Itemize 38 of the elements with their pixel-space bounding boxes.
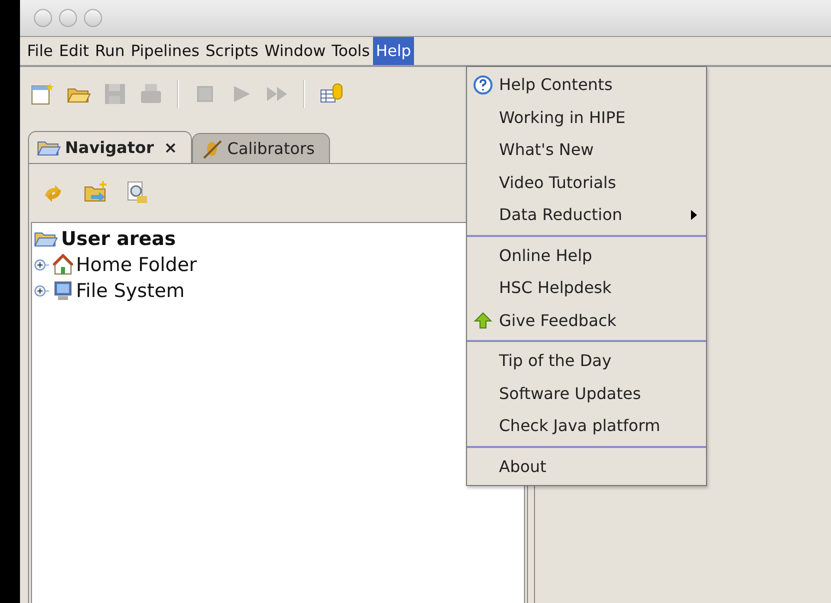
window-control-button[interactable] [34,9,52,27]
tree-item[interactable]: User areas [61,224,176,254]
menu-item[interactable]: Working in HIPE [467,102,706,134]
up-arrow-icon [473,310,493,331]
open-folder-icon[interactable] [34,230,58,248]
monitor-icon [53,280,73,302]
menu-item[interactable]: Give Feedback [467,304,706,337]
menu-item[interactable]: HSC Helpdesk [467,272,706,304]
window-control-button[interactable] [84,9,102,27]
menu-item[interactable]: Run [92,37,128,65]
menu-item[interactable]: Tools [328,37,373,65]
tab[interactable]: Navigator × [28,131,192,163]
menu-item[interactable]: Edit [56,37,92,65]
tree-item[interactable]: Home Folder [76,250,197,280]
menu-item[interactable]: File [24,37,56,65]
menu-item[interactable]: Scripts [202,37,262,65]
expand-icon[interactable] [34,257,50,273]
menu-item[interactable]: What's New [467,134,706,166]
menu-item[interactable]: Help [372,37,414,65]
menu-item[interactable]: Data Reduction [467,199,706,232]
tab[interactable]: Calibrators [192,133,330,163]
expand-icon[interactable] [34,283,50,299]
menu-item[interactable]: Pipelines [128,37,202,65]
menu-item[interactable]: Online Help [467,240,706,272]
menu-item[interactable]: Software Updates [467,378,706,410]
window-control-button[interactable] [59,9,77,27]
folder-icon [37,138,61,156]
close-icon[interactable]: × [164,136,178,160]
menu-item[interactable]: Tip of the Day [467,345,706,378]
tree-item[interactable]: File System [76,276,185,306]
menu-item[interactable]: Window [262,37,329,65]
new-file-icon[interactable] [30,81,56,107]
menu-item[interactable]: Help Contents [467,69,706,102]
menu-item[interactable]: Video Tutorials [467,166,706,199]
help-icon [473,75,493,96]
house-icon [53,254,73,276]
menu-item[interactable]: About [467,450,706,483]
menu-item[interactable]: Check Java platform [467,410,706,442]
